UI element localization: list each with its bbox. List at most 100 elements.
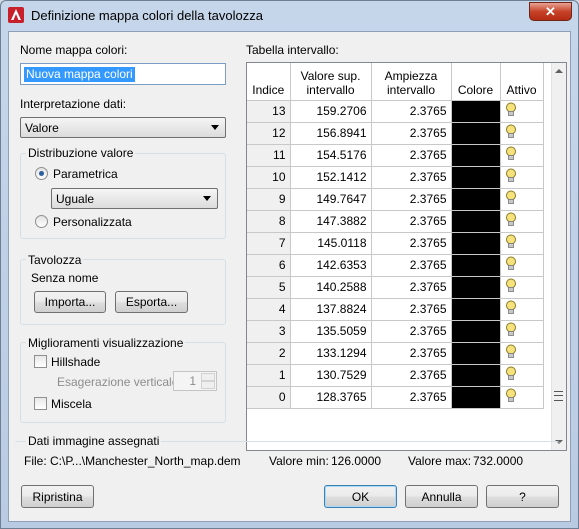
lightbulb-icon[interactable] xyxy=(505,344,517,359)
col-color-header[interactable]: Colore xyxy=(451,63,501,101)
scroll-up-icon[interactable] xyxy=(555,69,563,73)
lightbulb-icon[interactable] xyxy=(505,234,517,249)
import-button[interactable]: Importa... xyxy=(34,291,106,313)
row-active-cell[interactable] xyxy=(500,210,544,233)
row-color-cell[interactable] xyxy=(451,122,501,145)
spin-up-button[interactable] xyxy=(201,373,215,381)
row-amplitude[interactable]: 2.3765 xyxy=(371,166,452,189)
parametric-radio[interactable] xyxy=(35,167,48,180)
row-value[interactable]: 149.7647 xyxy=(290,188,372,211)
table-row[interactable]: 12 156.8941 2.3765 xyxy=(247,122,544,145)
title-bar[interactable]: Definizione mappa colori della tavolozza… xyxy=(1,1,578,31)
row-color-cell[interactable] xyxy=(451,100,501,123)
scroll-thumb[interactable] xyxy=(554,391,563,401)
row-amplitude[interactable]: 2.3765 xyxy=(371,364,452,387)
lightbulb-icon[interactable] xyxy=(505,322,517,337)
hillshade-checkbox[interactable] xyxy=(34,355,47,368)
blend-checkbox[interactable] xyxy=(34,397,47,410)
row-value[interactable]: 140.2588 xyxy=(290,276,372,299)
help-button[interactable]: ? xyxy=(486,485,559,508)
name-field[interactable]: Nuova mappa colori xyxy=(20,63,226,85)
row-value[interactable]: 145.0118 xyxy=(290,232,372,255)
row-value[interactable]: 130.7529 xyxy=(290,364,372,387)
lightbulb-icon[interactable] xyxy=(505,212,517,227)
row-active-cell[interactable] xyxy=(500,100,544,123)
row-value[interactable]: 159.2706 xyxy=(290,100,372,123)
table-row[interactable]: 0 128.3765 2.3765 xyxy=(247,386,544,409)
table-row[interactable]: 9 149.7647 2.3765 xyxy=(247,188,544,211)
row-value[interactable]: 154.5176 xyxy=(290,144,372,167)
ok-button[interactable]: OK xyxy=(324,485,397,508)
table-row[interactable]: 5 140.2588 2.3765 xyxy=(247,276,544,299)
interp-dropdown[interactable]: Valore xyxy=(20,117,226,138)
row-amplitude[interactable]: 2.3765 xyxy=(371,210,452,233)
lightbulb-icon[interactable] xyxy=(505,256,517,271)
row-active-cell[interactable] xyxy=(500,364,544,387)
row-amplitude[interactable]: 2.3765 xyxy=(371,100,452,123)
col-amp-header[interactable]: Ampiezza intervallo xyxy=(371,63,452,101)
export-button[interactable]: Esporta... xyxy=(115,291,188,313)
row-amplitude[interactable]: 2.3765 xyxy=(371,122,452,145)
row-color-cell[interactable] xyxy=(451,298,501,321)
row-color-cell[interactable] xyxy=(451,188,501,211)
col-index-header[interactable]: Indice xyxy=(247,63,291,101)
row-active-cell[interactable] xyxy=(500,386,544,409)
row-amplitude[interactable]: 2.3765 xyxy=(371,342,452,365)
table-row[interactable]: 10 152.1412 2.3765 xyxy=(247,166,544,189)
row-active-cell[interactable] xyxy=(500,144,544,167)
lightbulb-icon[interactable] xyxy=(505,388,517,403)
row-active-cell[interactable] xyxy=(500,320,544,343)
reset-button[interactable]: Ripristina xyxy=(21,485,94,508)
row-value[interactable]: 142.6353 xyxy=(290,254,372,277)
lightbulb-icon[interactable] xyxy=(505,168,517,183)
spin-down-button[interactable] xyxy=(201,381,215,389)
vertical-exag-spinner[interactable]: 1 xyxy=(173,371,217,391)
close-button[interactable]: ✕ xyxy=(529,2,572,21)
lightbulb-icon[interactable] xyxy=(505,102,517,117)
lightbulb-icon[interactable] xyxy=(505,300,517,315)
table-scrollbar[interactable] xyxy=(551,63,566,450)
col-active-header[interactable]: Attivo xyxy=(500,63,544,101)
table-row[interactable]: 7 145.0118 2.3765 xyxy=(247,232,544,255)
row-color-cell[interactable] xyxy=(451,364,501,387)
custom-radio[interactable] xyxy=(35,215,48,228)
cancel-button[interactable]: Annulla xyxy=(405,485,478,508)
row-amplitude[interactable]: 2.3765 xyxy=(371,276,452,299)
row-active-cell[interactable] xyxy=(500,166,544,189)
row-active-cell[interactable] xyxy=(500,276,544,299)
row-amplitude[interactable]: 2.3765 xyxy=(371,188,452,211)
table-row[interactable]: 6 142.6353 2.3765 xyxy=(247,254,544,277)
row-color-cell[interactable] xyxy=(451,144,501,167)
row-color-cell[interactable] xyxy=(451,320,501,343)
table-row[interactable]: 1 130.7529 2.3765 xyxy=(247,364,544,387)
row-active-cell[interactable] xyxy=(500,298,544,321)
row-value[interactable]: 133.1294 xyxy=(290,342,372,365)
table-row[interactable]: 11 154.5176 2.3765 xyxy=(247,144,544,167)
param-dropdown[interactable]: Uguale xyxy=(51,188,218,209)
row-value[interactable]: 147.3882 xyxy=(290,210,372,233)
row-color-cell[interactable] xyxy=(451,210,501,233)
table-row[interactable]: 2 133.1294 2.3765 xyxy=(247,342,544,365)
row-amplitude[interactable]: 2.3765 xyxy=(371,232,452,255)
row-active-cell[interactable] xyxy=(500,342,544,365)
table-row[interactable]: 4 137.8824 2.3765 xyxy=(247,298,544,321)
table-row[interactable]: 13 159.2706 2.3765 xyxy=(247,100,544,123)
row-color-cell[interactable] xyxy=(451,166,501,189)
row-active-cell[interactable] xyxy=(500,254,544,277)
row-value[interactable]: 137.8824 xyxy=(290,298,372,321)
row-value[interactable]: 128.3765 xyxy=(290,386,372,409)
row-color-cell[interactable] xyxy=(451,386,501,409)
row-active-cell[interactable] xyxy=(500,122,544,145)
row-amplitude[interactable]: 2.3765 xyxy=(371,320,452,343)
row-color-cell[interactable] xyxy=(451,276,501,299)
row-amplitude[interactable]: 2.3765 xyxy=(371,386,452,409)
lightbulb-icon[interactable] xyxy=(505,366,517,381)
row-amplitude[interactable]: 2.3765 xyxy=(371,144,452,167)
row-amplitude[interactable]: 2.3765 xyxy=(371,298,452,321)
row-active-cell[interactable] xyxy=(500,232,544,255)
row-value[interactable]: 135.5059 xyxy=(290,320,372,343)
row-amplitude[interactable]: 2.3765 xyxy=(371,254,452,277)
row-color-cell[interactable] xyxy=(451,254,501,277)
interval-table[interactable]: Indice Valore sup. intervallo Ampiezza int… xyxy=(246,62,567,451)
row-color-cell[interactable] xyxy=(451,232,501,255)
